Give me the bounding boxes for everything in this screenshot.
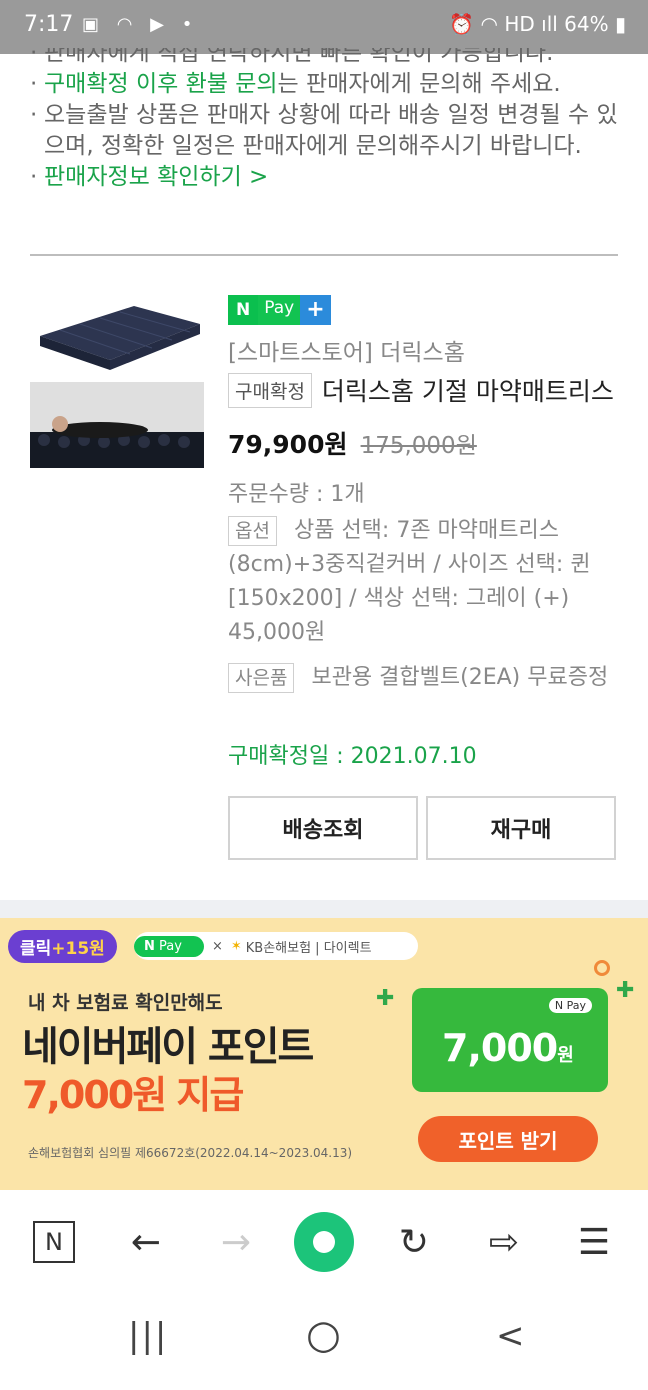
npay-n-logo: N bbox=[228, 295, 259, 325]
plus-deco-icon: ✚ bbox=[616, 978, 635, 1003]
circle-deco-icon bbox=[594, 960, 610, 976]
option-info: 옵션 상품 선택: 7존 마약매트리스(8cm)+3중직겉커버 / 사이즈 선택… bbox=[228, 514, 618, 650]
status-time: 7:17 bbox=[24, 12, 74, 37]
get-points-button[interactable]: 포인트 받기 bbox=[418, 1116, 598, 1162]
mattress-image bbox=[30, 292, 204, 468]
share-icon[interactable]: ⇨ bbox=[474, 1212, 534, 1272]
kb-logo-icon: ✶ bbox=[230, 938, 242, 954]
plus-deco-icon: ✚ bbox=[376, 986, 395, 1011]
option-text: 상품 선택: 7존 마약매트리스(8cm)+3중직겉커버 / 사이즈 선택: 퀸… bbox=[228, 518, 591, 645]
banner-headline-amount: 7,000원 지급 bbox=[22, 1073, 244, 1117]
partner-pill: N Pay × ✶ KB손해보험 | 다이렉트 bbox=[134, 932, 418, 960]
recents-icon[interactable]: ||| bbox=[128, 1316, 168, 1356]
track-delivery-button[interactable]: 배송조회 bbox=[228, 796, 418, 860]
status-notification-icons: ▣ ◠ ▶ • bbox=[82, 14, 199, 35]
order-quantity: 주문수량 : 1개 bbox=[228, 482, 365, 507]
section-separator bbox=[0, 900, 648, 918]
partner-npay: N Pay bbox=[134, 935, 204, 957]
forward-arrow-icon[interactable]: → bbox=[206, 1212, 266, 1272]
click-reward-pill: 클릭+15원 bbox=[8, 930, 117, 963]
status-icons: ⏰ ◠ HD ıll bbox=[449, 12, 558, 36]
notice-item: 오늘출발 상품은 판매자 상황에 따라 배송 일정 변경될 수 있으며, 정확한… bbox=[30, 100, 620, 162]
rebuy-button[interactable]: 재구매 bbox=[426, 796, 616, 860]
product-image[interactable] bbox=[30, 292, 204, 468]
home-icon[interactable]: ○ bbox=[306, 1312, 341, 1358]
green-dot-icon bbox=[294, 1212, 354, 1272]
product-title-row[interactable]: 구매확정 더릭스홈 기절 마약매트리스 bbox=[228, 372, 628, 408]
price-row: 79,900원 175,000원 bbox=[228, 425, 477, 461]
npay-plus-badge: N Pay + bbox=[228, 295, 331, 325]
system-back-icon[interactable]: < bbox=[496, 1316, 525, 1356]
n-logo-icon: N bbox=[33, 1221, 75, 1263]
status-bar-overlay: 7:17 ▣ ◠ ▶ • ⏰ ◠ HD ıll 64% ▮ bbox=[0, 0, 648, 48]
card-amount: 7,000원 bbox=[442, 1026, 574, 1070]
green-dot-button[interactable] bbox=[294, 1212, 354, 1272]
product-title[interactable]: 더릭스홈 기절 마약매트리스 bbox=[322, 372, 614, 408]
refund-inquiry-text: 구매확정 이후 환불 문의 bbox=[44, 71, 278, 97]
original-price: 175,000원 bbox=[360, 433, 477, 459]
section-divider bbox=[30, 254, 618, 256]
gift-text: 보관용 결합벨트(2EA) 무료증정 bbox=[311, 665, 609, 690]
option-badge: 옵션 bbox=[228, 516, 277, 546]
card-npay-badge: N Pay bbox=[548, 998, 592, 1013]
store-name[interactable]: [스마트스토어] 더릭스홈 bbox=[228, 333, 465, 367]
status-system-icons: ⏰ ◠ HD ıll 64% ▮ bbox=[449, 12, 626, 36]
npay-plus-icon: + bbox=[300, 295, 331, 325]
battery-level: 64% bbox=[564, 12, 609, 36]
menu-icon[interactable]: ☰ bbox=[564, 1212, 624, 1272]
ad-banner[interactable]: 클릭+15원 N Pay × ✶ KB손해보험 | 다이렉트 내 차 보험료 확… bbox=[0, 918, 648, 1190]
partner-name: KB손해보험 | 다이렉트 bbox=[245, 940, 372, 956]
purchase-confirm-date: 구매확정일 : 2021.07.10 bbox=[228, 744, 477, 769]
back-arrow-icon[interactable]: ← bbox=[116, 1212, 176, 1272]
gift-badge: 사은품 bbox=[228, 663, 295, 693]
battery-icon: ▮ bbox=[614, 12, 626, 36]
reload-icon[interactable]: ↻ bbox=[384, 1212, 444, 1272]
banner-subtitle: 내 차 보험료 확인만해도 bbox=[28, 992, 223, 1014]
seller-info-link[interactable]: 판매자정보 확인하기 > bbox=[30, 162, 620, 193]
points-card: N Pay 7,000원 bbox=[412, 988, 608, 1092]
notice-item: 구매확정 이후 환불 문의는 판매자에게 문의해 주세요. bbox=[30, 69, 620, 100]
sale-price: 79,900원 bbox=[228, 430, 348, 459]
naver-home-button[interactable]: N bbox=[24, 1212, 84, 1272]
gift-info: 사은품 보관용 결합벨트(2EA) 무료증정 bbox=[228, 661, 618, 695]
status-badge: 구매확정 bbox=[228, 372, 312, 408]
partner-x: × bbox=[211, 938, 223, 954]
legal-note: 손해보험협회 심의필 제66672호(2022.04.14~2023.04.13… bbox=[28, 1146, 353, 1160]
notice-list: 판매자에게 직접 연락하시면 빠른 확인이 가능합니다. 구매확정 이후 환불 … bbox=[30, 38, 620, 193]
npay-label: Pay bbox=[258, 295, 301, 325]
